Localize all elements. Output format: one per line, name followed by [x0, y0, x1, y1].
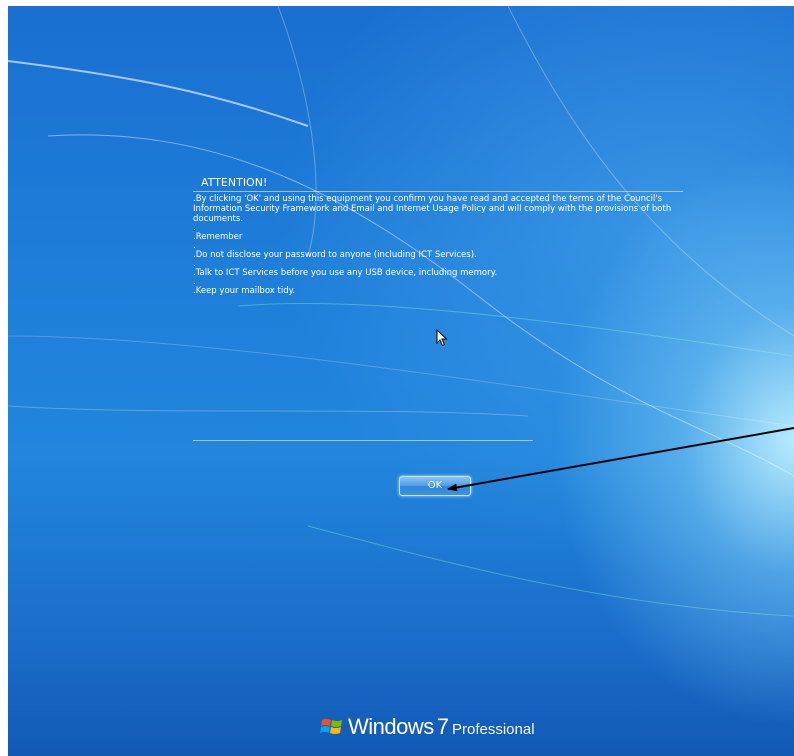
ok-button[interactable]: OK	[399, 476, 471, 496]
notice-title: ATTENTION!	[193, 176, 683, 192]
notice-paragraph-usb: .Talk to ICT Services before you use any…	[193, 268, 498, 278]
notice-separator: .	[193, 259, 196, 269]
brand-version-text: 7	[436, 714, 449, 739]
notice-paragraph-consent: .By clicking 'OK' and using this equipme…	[193, 194, 672, 224]
mouse-pointer-icon	[436, 329, 448, 347]
windows-branding: Windows 7 Professional	[320, 712, 535, 742]
notice-bottom-divider	[193, 440, 533, 441]
logon-screen: ATTENTION! .By clicking 'OK' and using t…	[8, 6, 794, 756]
brand-windows-text: Windows	[348, 714, 434, 739]
brand-edition-text: Professional	[452, 720, 535, 738]
windows-flag-icon	[320, 719, 342, 734]
attention-notice: ATTENTION! .By clicking 'OK' and using t…	[193, 176, 683, 296]
notice-paragraph-remember: .Remember	[193, 232, 243, 242]
notice-separator: .	[193, 223, 196, 233]
notice-separator: .	[193, 241, 196, 251]
wallpaper-swooshes	[8, 6, 794, 617]
notice-separator: .	[193, 277, 196, 287]
notice-paragraph-password: .Do not disclose your password to anyone…	[193, 250, 477, 260]
notice-paragraph-mailbox: .Keep your mailbox tidy.	[193, 286, 296, 296]
